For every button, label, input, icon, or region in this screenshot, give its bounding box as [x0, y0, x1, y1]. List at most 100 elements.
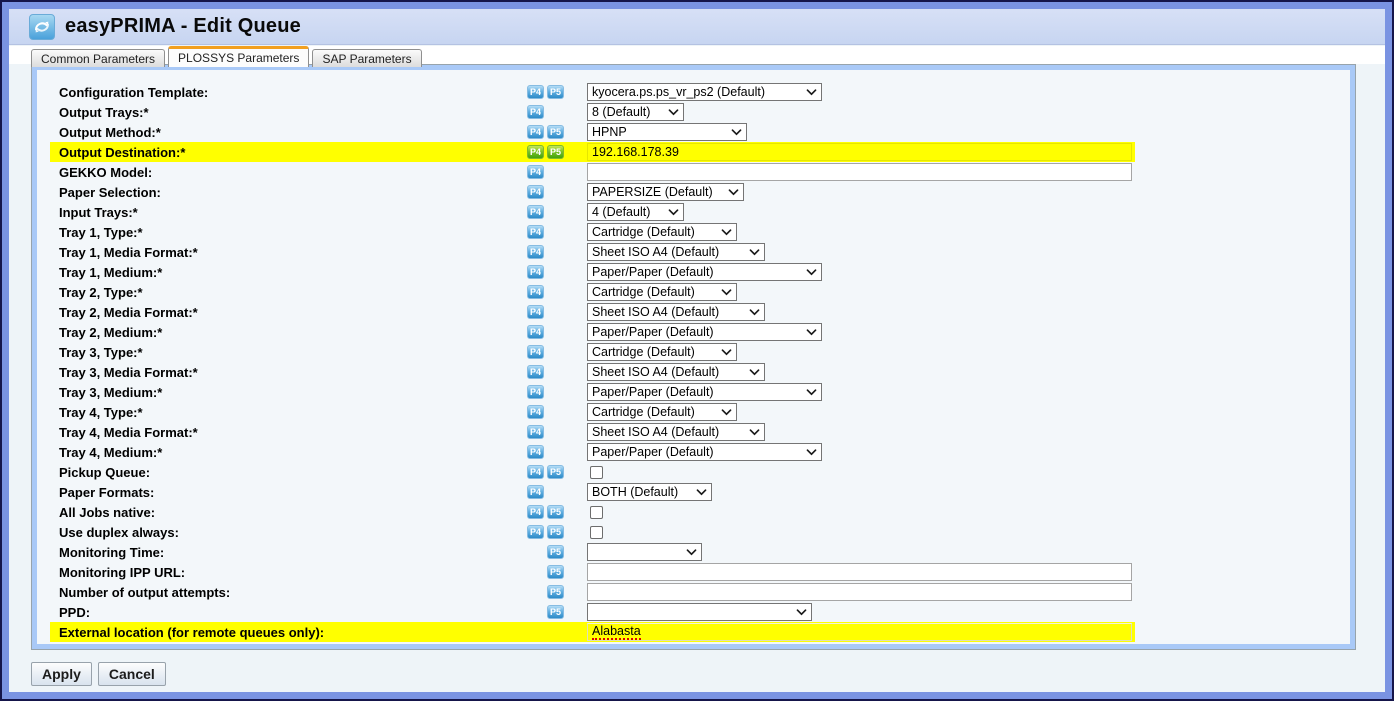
chevron-down-icon — [728, 189, 739, 196]
badge-slot-empty — [527, 625, 544, 639]
form-row: PPD:P5 — [50, 602, 1135, 622]
tab-common-parameters[interactable]: Common Parameters — [31, 49, 165, 67]
p5-badge: P5 — [547, 525, 564, 539]
form-row: Pickup Queue:P4P5 — [50, 462, 1135, 482]
form-row: Configuration Template:P4P5kyocera.ps.ps… — [50, 82, 1135, 102]
form-row: GEKKO Model:P4 — [50, 162, 1135, 182]
p4-badge: P4 — [527, 265, 544, 279]
select-value: Cartridge (Default) — [592, 285, 695, 299]
gekko-model-input[interactable] — [587, 163, 1132, 181]
all-jobs-native-checkbox[interactable] — [590, 506, 603, 519]
form-row: Paper Formats:P4BOTH (Default) — [50, 482, 1135, 502]
form-row: Output Trays:*P48 (Default) — [50, 102, 1135, 122]
badge-slot-empty — [547, 305, 564, 319]
number-of-output-attempts-input[interactable] — [587, 583, 1132, 601]
tray-3-media-format-select[interactable]: Sheet ISO A4 (Default) — [587, 363, 765, 381]
badge-slot-empty — [547, 625, 564, 639]
window-frame-inner: easyPRIMA - Edit Queue Common Parameters… — [4, 4, 1390, 697]
tray-2-media-format-select[interactable]: Sheet ISO A4 (Default) — [587, 303, 765, 321]
p4-badge: P4 — [527, 205, 544, 219]
tab-sap-parameters[interactable]: SAP Parameters — [312, 49, 421, 67]
external-location-input[interactable]: Alabasta — [587, 623, 1132, 641]
tray-2-media-format-label: Tray 2, Media Format:* — [50, 305, 527, 320]
badge-group: P4 — [527, 385, 587, 399]
tray-3-type-select[interactable]: Cartridge (Default) — [587, 343, 737, 361]
output-method-select[interactable]: HPNP — [587, 123, 747, 141]
p5-badge: P5 — [547, 465, 564, 479]
monitoring-time-select[interactable] — [587, 543, 702, 561]
select-value: HPNP — [592, 125, 627, 139]
use-duplex-always-checkbox[interactable] — [590, 526, 603, 539]
paper-formats-select[interactable]: BOTH (Default) — [587, 483, 712, 501]
badge-group: P4P5 — [527, 125, 587, 139]
badge-group: P4 — [527, 405, 587, 419]
chevron-down-icon — [721, 289, 732, 296]
tray-1-medium-select[interactable]: Paper/Paper (Default) — [587, 263, 822, 281]
chevron-down-icon — [668, 209, 679, 216]
tray-4-medium-select[interactable]: Paper/Paper (Default) — [587, 443, 822, 461]
select-value: Cartridge (Default) — [592, 225, 695, 239]
badge-group: P5 — [527, 605, 587, 619]
tray-4-type-select[interactable]: Cartridge (Default) — [587, 403, 737, 421]
chevron-down-icon — [721, 349, 732, 356]
tray-1-medium-label: Tray 1, Medium:* — [50, 265, 527, 280]
ppd-select[interactable] — [587, 603, 812, 621]
tray-1-media-format-select[interactable]: Sheet ISO A4 (Default) — [587, 243, 765, 261]
p4-badge: P4 — [527, 285, 544, 299]
badge-slot-empty — [547, 285, 564, 299]
form-row: Tray 2, Type:*P4 Cartridge (Default) — [50, 282, 1135, 302]
badge-group: P4 — [527, 205, 587, 219]
window-frame: easyPRIMA - Edit Queue Common Parameters… — [0, 0, 1394, 701]
tray-3-medium-select[interactable]: Paper/Paper (Default) — [587, 383, 822, 401]
pickup-queue-checkbox[interactable] — [590, 466, 603, 479]
chevron-down-icon — [806, 269, 817, 276]
configuration-template-select[interactable]: kyocera.ps.ps_vr_ps2 (Default) — [587, 83, 822, 101]
paper-selection-select[interactable]: PAPERSIZE (Default) — [587, 183, 744, 201]
pickup-queue-label: Pickup Queue: — [50, 465, 527, 480]
form-row: External location (for remote queues onl… — [50, 622, 1135, 642]
tray-2-medium-select[interactable]: Paper/Paper (Default) — [587, 323, 822, 341]
badge-slot-empty — [547, 445, 564, 459]
select-value: Cartridge (Default) — [592, 405, 695, 419]
form-row: Tray 4, Media Format:*P4Sheet ISO A4 (De… — [50, 422, 1135, 442]
input-value: Alabasta — [592, 624, 641, 640]
output-destination-input[interactable]: 192.168.178.39 — [587, 143, 1132, 161]
form-row: Tray 2, Media Format:*P4Sheet ISO A4 (De… — [50, 302, 1135, 322]
tray-1-type-select[interactable]: Cartridge (Default) — [587, 223, 737, 241]
input-trays-select[interactable]: 4 (Default) — [587, 203, 684, 221]
select-value: kyocera.ps.ps_vr_ps2 (Default) — [592, 85, 765, 99]
chevron-down-icon — [749, 249, 760, 256]
badge-slot-empty — [547, 405, 564, 419]
p4-badge: P4 — [527, 405, 544, 419]
chevron-down-icon — [721, 409, 732, 416]
form-row: Monitoring Time:P5 — [50, 542, 1135, 562]
p4-badge: P4 — [527, 445, 544, 459]
chevron-down-icon — [796, 609, 807, 616]
tray-4-medium-label: Tray 4, Medium:* — [50, 445, 527, 460]
apply-button[interactable]: Apply — [31, 662, 92, 686]
monitoring-ipp-url-input[interactable] — [587, 563, 1132, 581]
badge-group: P4 — [527, 365, 587, 379]
output-trays-select[interactable]: 8 (Default) — [587, 103, 684, 121]
number-of-output-attempts-label: Number of output attempts: — [50, 585, 527, 600]
badge-slot-empty — [547, 205, 564, 219]
badge-slot-empty — [547, 345, 564, 359]
badge-slot-empty — [547, 165, 564, 179]
ppd-label: PPD: — [50, 605, 527, 620]
form-row: Tray 4, Type:*P4Cartridge (Default) — [50, 402, 1135, 422]
form-row: Tray 1, Medium:*P4 Paper/Paper (Default) — [50, 262, 1135, 282]
p4-badge: P4 — [527, 485, 544, 499]
tray-4-media-format-select[interactable]: Sheet ISO A4 (Default) — [587, 423, 765, 441]
parameters-panel: Configuration Template:P4P5kyocera.ps.ps… — [31, 64, 1356, 650]
cancel-button[interactable]: Cancel — [98, 662, 166, 686]
tray-2-medium-label: Tray 2, Medium:* — [50, 325, 527, 340]
badge-group: P4P5 — [527, 85, 587, 99]
badge-group: P4 — [527, 345, 587, 359]
badge-group: P4 — [527, 445, 587, 459]
tray-2-type-select[interactable]: Cartridge (Default) — [587, 283, 737, 301]
tab-plossys-parameters[interactable]: PLOSSYS Parameters — [168, 46, 309, 67]
form-rows: Configuration Template:P4P5kyocera.ps.ps… — [37, 70, 1350, 644]
tray-2-type-label: Tray 2, Type:* — [50, 285, 527, 300]
chevron-down-icon — [806, 449, 817, 456]
form-row: All Jobs native:P4P5 — [50, 502, 1135, 522]
